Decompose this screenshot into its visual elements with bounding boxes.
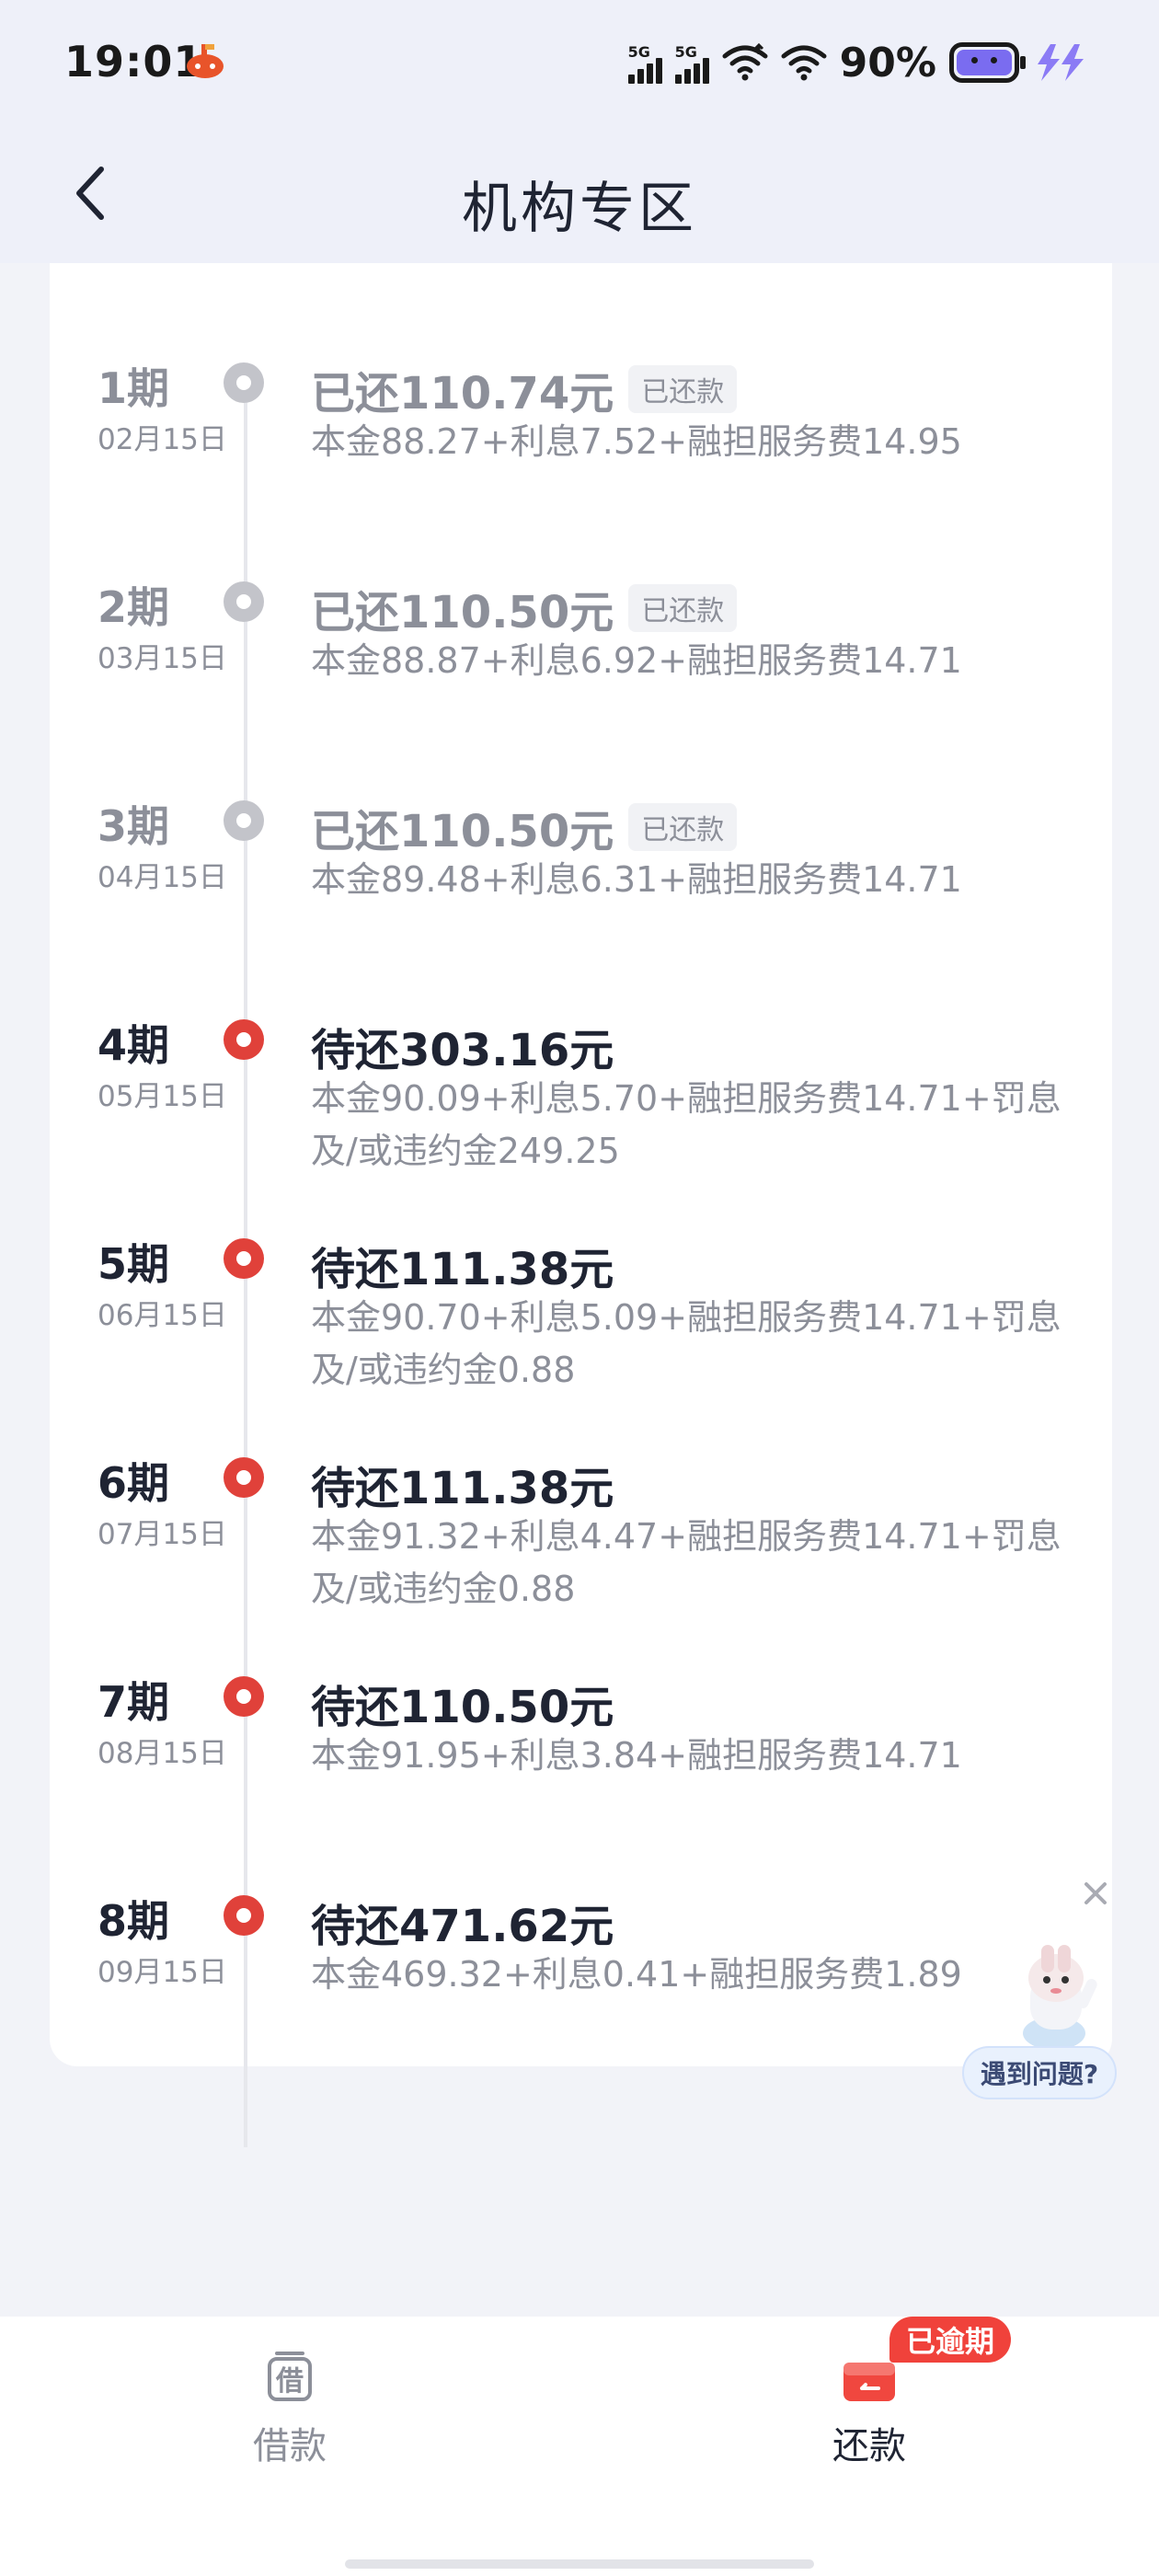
signal-icon: 5G bbox=[627, 41, 662, 84]
period-label: 6期 bbox=[98, 1458, 170, 1508]
due-dot-icon bbox=[224, 1238, 264, 1279]
due-dot-icon bbox=[224, 1457, 264, 1498]
period-amount: 待还111.38元 bbox=[311, 1244, 614, 1295]
battery-percent: 90% bbox=[839, 39, 936, 86]
signal-tag: 5G bbox=[627, 43, 650, 61]
period-detail: 本金88.87+利息6.92+融担服务费14.71 bbox=[311, 640, 962, 681]
signal-icon: 5G bbox=[674, 41, 709, 84]
tab-borrow[interactable]: 借 借款 bbox=[106, 2317, 474, 2501]
period-amount: 待还303.16元 bbox=[311, 1025, 614, 1076]
period-amount: 待还471.62元 bbox=[311, 1901, 614, 1952]
period-date: 03月15日 bbox=[98, 642, 227, 675]
period-date: 06月15日 bbox=[98, 1299, 227, 1332]
paid-dot-icon bbox=[224, 581, 264, 622]
period-amount: 待还111.38元 bbox=[311, 1463, 614, 1514]
period-label: 7期 bbox=[98, 1677, 170, 1727]
paid-badge: 已还款 bbox=[628, 803, 738, 851]
wifi-icon bbox=[781, 45, 827, 81]
overdue-badge: 已逾期 bbox=[889, 2317, 1012, 2363]
paid-dot-icon bbox=[224, 362, 264, 403]
page-title: 机构专区 bbox=[462, 177, 697, 241]
period-detail: 本金91.95+利息3.84+融担服务费14.71 bbox=[311, 1735, 962, 1776]
period-detail: 本金91.32+利息4.47+融担服务费14.71+罚息及/或违约金0.88 bbox=[311, 1516, 1061, 1609]
period-detail: 本金89.48+利息6.31+融担服务费14.71 bbox=[311, 859, 962, 900]
period-date: 05月15日 bbox=[98, 1080, 227, 1113]
due-dot-icon bbox=[224, 1019, 264, 1060]
period-date: 04月15日 bbox=[98, 861, 227, 894]
period-amount: 已还110.50元 已还款 bbox=[311, 795, 738, 859]
period-date: 09月15日 bbox=[98, 1956, 227, 1989]
period-label: 4期 bbox=[98, 1020, 170, 1070]
wifi-icon bbox=[722, 43, 768, 81]
period-label: 1期 bbox=[98, 363, 170, 413]
period-label: 5期 bbox=[98, 1239, 170, 1289]
period-date: 02月15日 bbox=[98, 423, 227, 456]
signal-tag: 5G bbox=[674, 43, 697, 61]
borrow-icon-text: 借 bbox=[275, 2365, 304, 2398]
period-amount: 已还110.50元 已还款 bbox=[311, 576, 738, 640]
bottom-tab-bar: 借 借款 已逾期 还款 bbox=[0, 2317, 1159, 2576]
amount-text: 已还110.50元 bbox=[311, 587, 614, 638]
period-detail: 本金469.32+利息0.41+融担服务费1.89 bbox=[311, 1954, 962, 1995]
period-amount: 待还110.50元 bbox=[311, 1682, 614, 1733]
repayment-schedule-card: 1期 02月15日 已还110.74元 已还款 本金88.27+利息7.52+融… bbox=[50, 263, 1112, 2147]
home-indicator bbox=[345, 2559, 814, 2569]
paid-badge: 已还款 bbox=[628, 584, 738, 632]
status-bar: 19:01 5G 5G 90% bbox=[0, 0, 1159, 129]
period-amount: 已还110.74元 已还款 bbox=[311, 357, 738, 421]
amount-text: 已还110.74元 bbox=[311, 368, 614, 420]
period-detail: 本金90.70+利息5.09+融担服务费14.71+罚息及/或违约金0.88 bbox=[311, 1297, 1061, 1390]
period-label: 8期 bbox=[98, 1896, 170, 1946]
period-date: 08月15日 bbox=[98, 1737, 227, 1770]
period-label: 3期 bbox=[98, 801, 170, 851]
tab-borrow-label: 借款 bbox=[253, 2425, 327, 2467]
mascot-icon[interactable] bbox=[990, 1941, 1109, 2052]
borrow-icon: 借 bbox=[268, 2352, 312, 2401]
status-time: 19:01 bbox=[64, 37, 204, 86]
app-notification-icon bbox=[187, 44, 224, 78]
period-date: 07月15日 bbox=[98, 1518, 227, 1551]
paid-badge: 已还款 bbox=[628, 365, 738, 413]
period-detail: 本金90.09+利息5.70+融担服务费14.71+罚息及/或违约金249.25 bbox=[311, 1078, 1061, 1171]
nav-bar: 机构专区 bbox=[0, 129, 1159, 263]
tab-repay[interactable]: 已逾期 还款 bbox=[685, 2317, 1053, 2501]
status-icons: 5G 5G 90% bbox=[627, 35, 1091, 90]
tab-repay-label: 还款 bbox=[832, 2425, 906, 2467]
help-button[interactable]: 遇到问题? bbox=[962, 2046, 1117, 2099]
due-dot-icon bbox=[224, 1895, 264, 1936]
repay-wallet-icon bbox=[843, 2363, 895, 2401]
paid-dot-icon bbox=[224, 800, 264, 841]
due-dot-icon bbox=[224, 1676, 264, 1717]
charging-icon bbox=[1038, 44, 1084, 81]
period-label: 2期 bbox=[98, 582, 170, 632]
battery-icon bbox=[949, 42, 1026, 83]
amount-text: 已还110.50元 bbox=[311, 806, 614, 857]
period-detail: 本金88.27+利息7.52+融担服务费14.95 bbox=[311, 421, 962, 462]
close-icon[interactable] bbox=[1079, 1877, 1112, 1910]
